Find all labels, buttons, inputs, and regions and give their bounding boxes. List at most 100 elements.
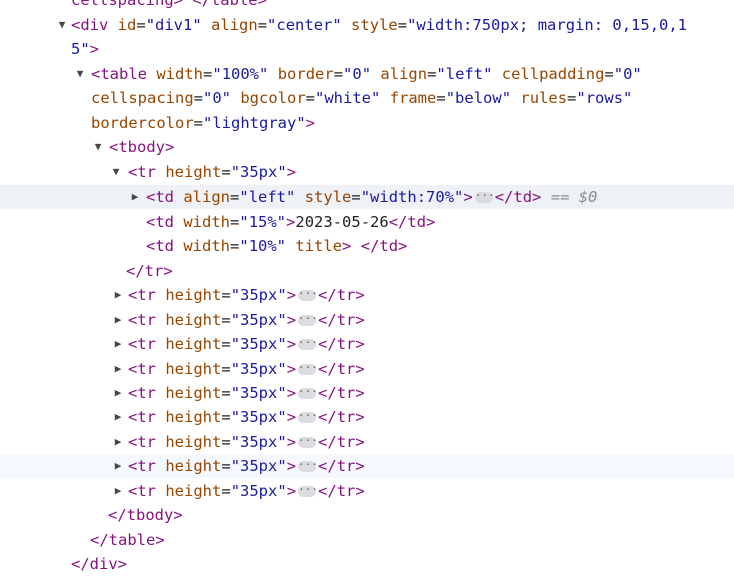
tr-open-tag: <tr height="35px">: [128, 457, 297, 475]
dom-line-td-date[interactable]: <td width="15%">2023-05-26</td>: [0, 210, 734, 234]
dom-line-tr-collapsed[interactable]: ▶ <tr height="35px"> ···</tr>: [0, 283, 734, 307]
table-open-tag-cont2: bordercolor="lightgray">: [91, 114, 315, 132]
div-close-tag: </div>: [71, 555, 127, 573]
tr-collapsed-content: <tr height="35px"> ···</tr>: [128, 381, 365, 405]
ellipsis-icon[interactable]: ···: [298, 386, 318, 399]
tr-close-tag: </tr>: [126, 262, 173, 280]
div-open-tag: <div id="div1" align="center" style="wid…: [71, 16, 688, 34]
triangle-right-icon[interactable]: ▶: [112, 283, 124, 307]
tr-close-tag: </tr>: [318, 482, 365, 500]
triangle-right-icon[interactable]: ▶: [112, 332, 124, 356]
tr-close-tag: </tr>: [318, 408, 365, 426]
tr-close-tag: </tr>: [318, 384, 365, 402]
td-close-tag: </td>: [494, 188, 542, 206]
dom-line-tr-collapsed[interactable]: ▶ <tr height="35px"> ···</tr>: [0, 405, 734, 429]
triangle-right-icon[interactable]: ▶: [112, 479, 124, 503]
tbody-close-tag: </tbody>: [108, 506, 183, 524]
ellipsis-icon[interactable]: ···: [298, 435, 318, 448]
dom-line-table-open[interactable]: ▼ <table width="100%" border="0" align="…: [0, 62, 734, 86]
tr-open-tag: <tr height="35px">: [128, 384, 297, 402]
triangle-right-icon[interactable]: ▶: [129, 185, 141, 209]
dom-line-tbody-open[interactable]: ▼ <tbody>: [0, 135, 734, 159]
dom-line-tr-open[interactable]: ▼ <tr height="35px">: [0, 160, 734, 184]
ellipsis-icon[interactable]: ···: [298, 288, 318, 301]
dom-line-tr-collapsed[interactable]: ▶ <tr height="35px"> ···</tr>: [0, 308, 734, 332]
triangle-right-icon[interactable]: ▶: [112, 357, 124, 381]
table-close-fragment: cellspacing> </table>: [71, 0, 267, 9]
ellipsis-icon[interactable]: ···: [298, 313, 318, 326]
triangle-right-icon[interactable]: ▶: [112, 308, 124, 332]
td-selected-content: <td align="left" style="width:70%"> ···</…: [146, 185, 597, 209]
triangle-down-icon[interactable]: ▼: [92, 135, 104, 159]
triangle-down-icon[interactable]: ▼: [74, 62, 86, 86]
tr-close-tag: </tr>: [318, 286, 365, 304]
dom-line-tr-collapsed-hover[interactable]: ▶ <tr height="35px"> ···</tr>: [0, 454, 734, 478]
td-date-content: <td width="15%">2023-05-26</td>: [146, 210, 435, 234]
dom-tree: cellspacing> </table> ▼ <div id="div1" a…: [0, 0, 734, 573]
ellipsis-icon[interactable]: ···: [474, 190, 495, 203]
table-open-tag: <table width="100%" border="0" align="le…: [91, 65, 642, 83]
triangle-right-icon[interactable]: ▶: [112, 381, 124, 405]
tr-collapsed-content: <tr height="35px"> ···</tr>: [128, 430, 365, 454]
td2-open-tag: <td width="15%">: [146, 213, 296, 231]
dom-line-tbody-close[interactable]: </tbody>: [0, 503, 734, 527]
tr-open-tag: <tr height="35px">: [128, 286, 297, 304]
tr-close-tag: </tr>: [318, 311, 365, 329]
tr-collapsed-content: <tr height="35px"> ···</tr>: [128, 357, 365, 381]
dom-line-div-open-cont[interactable]: 5">: [0, 37, 734, 61]
tr-collapsed-content: <tr height="35px"> ···</tr>: [128, 308, 365, 332]
tr-collapsed-content: <tr height="35px"> ···</tr>: [128, 405, 365, 429]
tr-open-tag: <tr height="35px">: [128, 360, 297, 378]
td2-text: 2023-05-26: [295, 213, 389, 231]
ellipsis-icon[interactable]: ···: [298, 337, 318, 350]
tr-open-tag: <tr height="35px">: [128, 433, 297, 451]
dom-line-div-close[interactable]: </div>: [0, 552, 734, 576]
triangle-right-icon[interactable]: ▶: [112, 454, 124, 478]
triangle-down-icon[interactable]: ▼: [110, 160, 122, 184]
selected-node-marker: == $0: [550, 188, 598, 206]
dom-line-div-open[interactable]: ▼ <div id="div1" align="center" style="w…: [0, 13, 734, 37]
div-open-tag-cont: 5">: [71, 40, 100, 58]
dom-line-tr-collapsed[interactable]: ▶ <tr height="35px"> ···</tr>: [0, 430, 734, 454]
triangle-down-icon[interactable]: ▼: [56, 13, 68, 37]
ellipsis-icon[interactable]: ···: [298, 484, 318, 497]
table-close-tag: </table>: [90, 531, 165, 549]
td-title-content: <td width="10%" title> </td>: [146, 234, 407, 258]
td3-open-tag: <td width="10%" title>: [146, 237, 352, 255]
tr-open-tag: <tr height="35px">: [128, 408, 297, 426]
dom-line-tr-collapsed[interactable]: ▶ <tr height="35px"> ···</tr>: [0, 357, 734, 381]
tr-open-tag: <tr height="35px">: [128, 482, 297, 500]
dom-line-td-selected[interactable]: ▶ <td align="left" style="width:70%"> ···…: [0, 185, 734, 209]
ellipsis-icon[interactable]: ···: [298, 410, 318, 423]
dom-line-cellspacing-close[interactable]: cellspacing> </table>: [0, 0, 734, 12]
dom-line-table-close[interactable]: </table>: [0, 528, 734, 552]
tr-close-tag: </tr>: [318, 433, 365, 451]
td-open-tag: <td align="left" style="width:70%">: [146, 188, 473, 206]
tr-collapsed-content: <tr height="35px"> ···</tr>: [128, 479, 365, 503]
dom-line-tr-collapsed[interactable]: ▶ <tr height="35px"> ···</tr>: [0, 479, 734, 503]
tr-open-tag: <tr height="35px">: [128, 163, 297, 181]
tr-open-tag: <tr height="35px">: [128, 335, 297, 353]
td3-text: [351, 237, 360, 255]
triangle-right-icon[interactable]: ▶: [112, 405, 124, 429]
tr-open-tag: <tr height="35px">: [128, 311, 297, 329]
td2-close-tag: </td>: [388, 213, 436, 231]
dom-line-tr-collapsed[interactable]: ▶ <tr height="35px"> ···</tr>: [0, 381, 734, 405]
ellipsis-icon[interactable]: ···: [298, 459, 318, 472]
tr-close-tag: </tr>: [318, 335, 365, 353]
tr-close-tag: </tr>: [318, 360, 365, 378]
tr-collapsed-content: <tr height="35px"> ···</tr>: [128, 283, 365, 307]
triangle-right-icon[interactable]: ▶: [112, 430, 124, 454]
tbody-open-tag: <tbody>: [109, 138, 175, 156]
ellipsis-icon[interactable]: ···: [298, 362, 318, 375]
dom-line-tr-collapsed[interactable]: ▶ <tr height="35px"> ···</tr>: [0, 332, 734, 356]
dom-line-td-title[interactable]: <td width="10%" title> </td>: [0, 234, 734, 258]
tr-collapsed-content: <tr height="35px"> ···</tr>: [128, 454, 365, 478]
table-open-tag-cont: cellspacing="0" bgcolor="white" frame="b…: [91, 89, 633, 107]
dom-line-table-open-cont[interactable]: cellspacing="0" bgcolor="white" frame="b…: [0, 86, 734, 110]
dom-line-tr-close[interactable]: </tr>: [0, 259, 734, 283]
td3-close-tag: </td>: [360, 237, 408, 255]
dom-line-table-open-cont2[interactable]: bordercolor="lightgray">: [0, 111, 734, 135]
tr-close-tag: </tr>: [318, 457, 365, 475]
tr-collapsed-content: <tr height="35px"> ···</tr>: [128, 332, 365, 356]
